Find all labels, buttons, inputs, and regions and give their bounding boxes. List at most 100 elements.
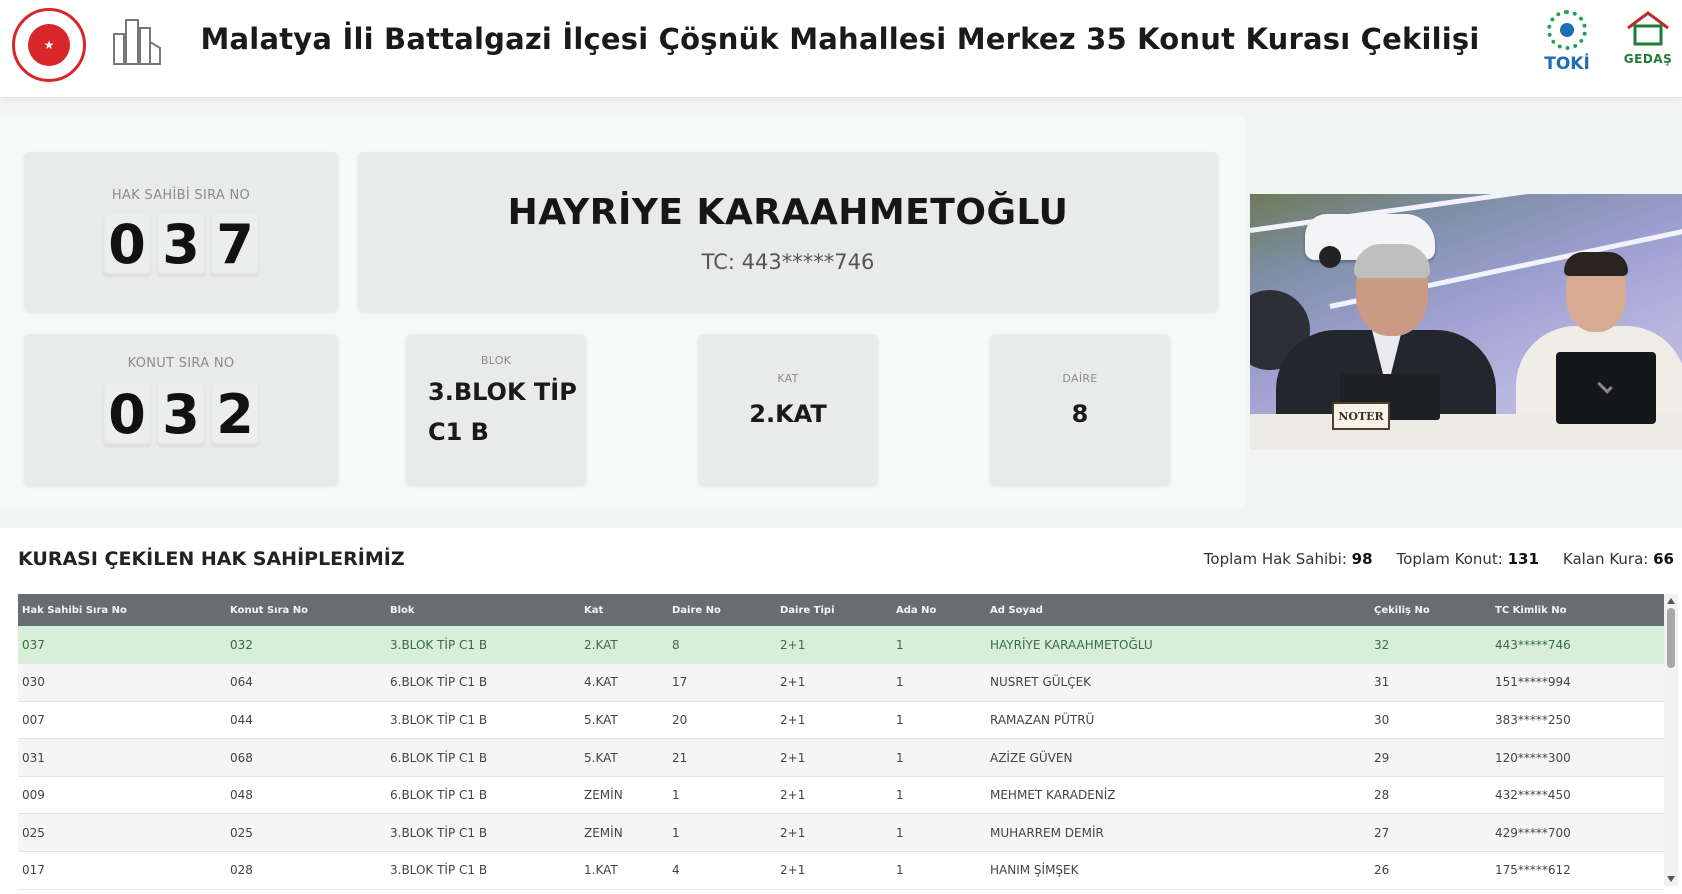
winner-tc: TC: 443*****746 <box>701 250 875 274</box>
total-houses: Toplam Konut: 131 <box>1396 550 1539 568</box>
scroll-thumb[interactable] <box>1667 608 1675 668</box>
table-cell: 28 <box>1370 776 1491 815</box>
table-cell: 27 <box>1370 813 1491 853</box>
table-cell: 1 <box>668 813 776 853</box>
table-cell: 4 <box>668 851 776 890</box>
table-cell: 21 <box>668 738 776 777</box>
digit: 3 <box>157 214 205 276</box>
table-cell: 3.BLOK TİP C1 B <box>386 701 580 740</box>
table-row[interactable]: 007 044 3.BLOK TİP C1 B 5.KAT 20 2+1 1 RAMAZAN … <box>18 701 1664 740</box>
toki-icon <box>1547 10 1587 50</box>
column-header[interactable]: Daire No <box>668 594 776 626</box>
table-cell: 26 <box>1370 851 1491 890</box>
table-cell: 044 <box>226 701 386 740</box>
column-header[interactable]: Daire Tipi <box>776 594 892 626</box>
column-header[interactable]: Çekiliş No <box>1370 594 1491 626</box>
table-scrollbar[interactable] <box>1664 594 1678 886</box>
table-cell: 3.BLOK TİP C1 B <box>386 851 580 890</box>
total-owners: Toplam Hak Sahibi: 98 <box>1203 550 1373 568</box>
table-cell: 30 <box>1370 701 1491 740</box>
column-header[interactable]: TC Kimlik No <box>1491 594 1664 626</box>
table-cell: 2+1 <box>776 851 892 890</box>
ministry-seal-icon: ★ <box>28 24 70 66</box>
winner-card: HAYRİYE KARAAHMETOĞLU TC: 443*****746 <box>358 152 1218 312</box>
table-cell: 048 <box>226 776 386 815</box>
table-cell: 432*****450 <box>1491 776 1664 815</box>
table-cell: 064 <box>226 663 386 702</box>
table-cell: 6.BLOK TİP C1 B <box>386 776 580 815</box>
table-cell: NUSRET GÜLÇEK <box>986 663 1370 702</box>
digit: 0 <box>103 214 151 276</box>
table-cell: ZEMİN <box>580 776 668 815</box>
table-cell: 017 <box>18 851 226 890</box>
table-cell: 1.KAT <box>580 851 668 890</box>
blok-value: 3.BLOK TİP C1 B <box>428 372 578 452</box>
table-row[interactable]: 031 068 6.BLOK TİP C1 B 5.KAT 21 2+1 1 AZİZE GÜ… <box>18 738 1664 777</box>
page-title: Malatya İli Battalgazi İlçesi Çöşnük Mah… <box>200 22 1480 56</box>
blok-value-line1: 3.BLOK TİP <box>428 378 577 406</box>
scroll-down-icon[interactable] <box>1667 876 1675 882</box>
table-cell: 6.BLOK TİP C1 B <box>386 738 580 777</box>
table-cell: 5.KAT <box>580 701 668 740</box>
table-cell: 2+1 <box>776 813 892 853</box>
table-cell: 2.KAT <box>580 626 668 665</box>
kat-value: 2.KAT <box>749 400 827 428</box>
table-cell: 5.KAT <box>580 738 668 777</box>
buildings-logo <box>110 12 164 74</box>
table-row[interactable]: 030 064 6.BLOK TİP C1 B 4.KAT 17 2+1 1 NUSRET G… <box>18 663 1664 702</box>
gedas-label: GEDAŞ <box>1623 52 1673 66</box>
table-cell: AZİZE GÜVEN <box>986 738 1370 777</box>
table-cell: 29 <box>1370 738 1491 777</box>
table-cell: 17 <box>668 663 776 702</box>
noter-sign: NOTER <box>1332 402 1390 430</box>
daire-label: DAİRE <box>1062 372 1098 385</box>
toki-logo: TOKİ <box>1537 10 1597 76</box>
column-header[interactable]: Hak Sahibi Sıra No <box>18 594 226 626</box>
table-cell: 025 <box>18 813 226 853</box>
table-cell: HAYRİYE KARAAHMETOĞLU <box>986 626 1370 665</box>
table-cell: 32 <box>1370 626 1491 665</box>
winner-name: HAYRİYE KARAAHMETOĞLU <box>507 192 1069 233</box>
table-cell: MEHMET KARADENİZ <box>986 776 1370 815</box>
digit: 7 <box>211 214 259 276</box>
table-cell: 1 <box>668 776 776 815</box>
table-cell: 030 <box>18 663 226 702</box>
table-cell: 175*****612 <box>1491 851 1664 890</box>
kat-card: KAT 2.KAT <box>698 334 878 486</box>
table-row[interactable]: 017 028 3.BLOK TİP C1 B 1.KAT 4 2+1 1 HANIM ŞİM… <box>18 851 1664 890</box>
live-video-feed: NOTER <box>1250 194 1682 450</box>
table-cell: 6.BLOK TİP C1 B <box>386 663 580 702</box>
column-header[interactable]: Ad Soyad <box>986 594 1370 626</box>
table-cell: 383*****250 <box>1491 701 1664 740</box>
table-cell: 1 <box>892 701 986 740</box>
table-cell: 2+1 <box>776 701 892 740</box>
results-title: KURASI ÇEKİLEN HAK SAHİPLERİMİZ <box>18 548 405 570</box>
column-header[interactable]: Ada No <box>892 594 986 626</box>
hak-sahibi-label: HAK SAHİBİ SIRA NO <box>111 188 251 203</box>
table-cell: 443*****746 <box>1491 626 1664 665</box>
table-cell: 20 <box>668 701 776 740</box>
table-cell: 028 <box>226 851 386 890</box>
table-row[interactable]: 009 048 6.BLOK TİP C1 B ZEMİN 1 2+1 1 MEHMET KA… <box>18 776 1664 815</box>
table-row[interactable]: 025 025 3.BLOK TİP C1 B ZEMİN 1 2+1 1 MUHARREM … <box>18 813 1664 853</box>
digit: 3 <box>157 384 205 446</box>
column-header[interactable]: Blok <box>386 594 580 626</box>
current-draw-panel: HAK SAHİBİ SIRA NO 0 3 7 HAYRİYE KARAAHM… <box>0 116 1245 508</box>
konut-label: KONUT SIRA NO <box>127 356 235 371</box>
table-cell: 2+1 <box>776 663 892 702</box>
scroll-up-icon[interactable] <box>1667 598 1675 604</box>
daire-card: DAİRE 8 <box>990 334 1170 486</box>
column-header[interactable]: Konut Sıra No <box>226 594 386 626</box>
table-cell: MUHARREM DEMİR <box>986 813 1370 853</box>
table-cell: 068 <box>226 738 386 777</box>
table-cell: 1 <box>892 776 986 815</box>
table-cell: 1 <box>892 738 986 777</box>
daire-value: 8 <box>1071 400 1089 428</box>
table-row-active[interactable]: 037 032 3.BLOK TİP C1 B 2.KAT 8 2+1 1 HAYRİYE K… <box>18 626 1664 665</box>
table-cell: 1 <box>892 626 986 665</box>
table-cell: 009 <box>18 776 226 815</box>
table-cell: 1 <box>892 851 986 890</box>
konut-card: KONUT SIRA NO 0 3 2 <box>24 334 338 486</box>
column-header[interactable]: Kat <box>580 594 668 626</box>
results-table: Hak Sahibi Sıra No Konut Sıra No Blok Ka… <box>18 594 1664 890</box>
